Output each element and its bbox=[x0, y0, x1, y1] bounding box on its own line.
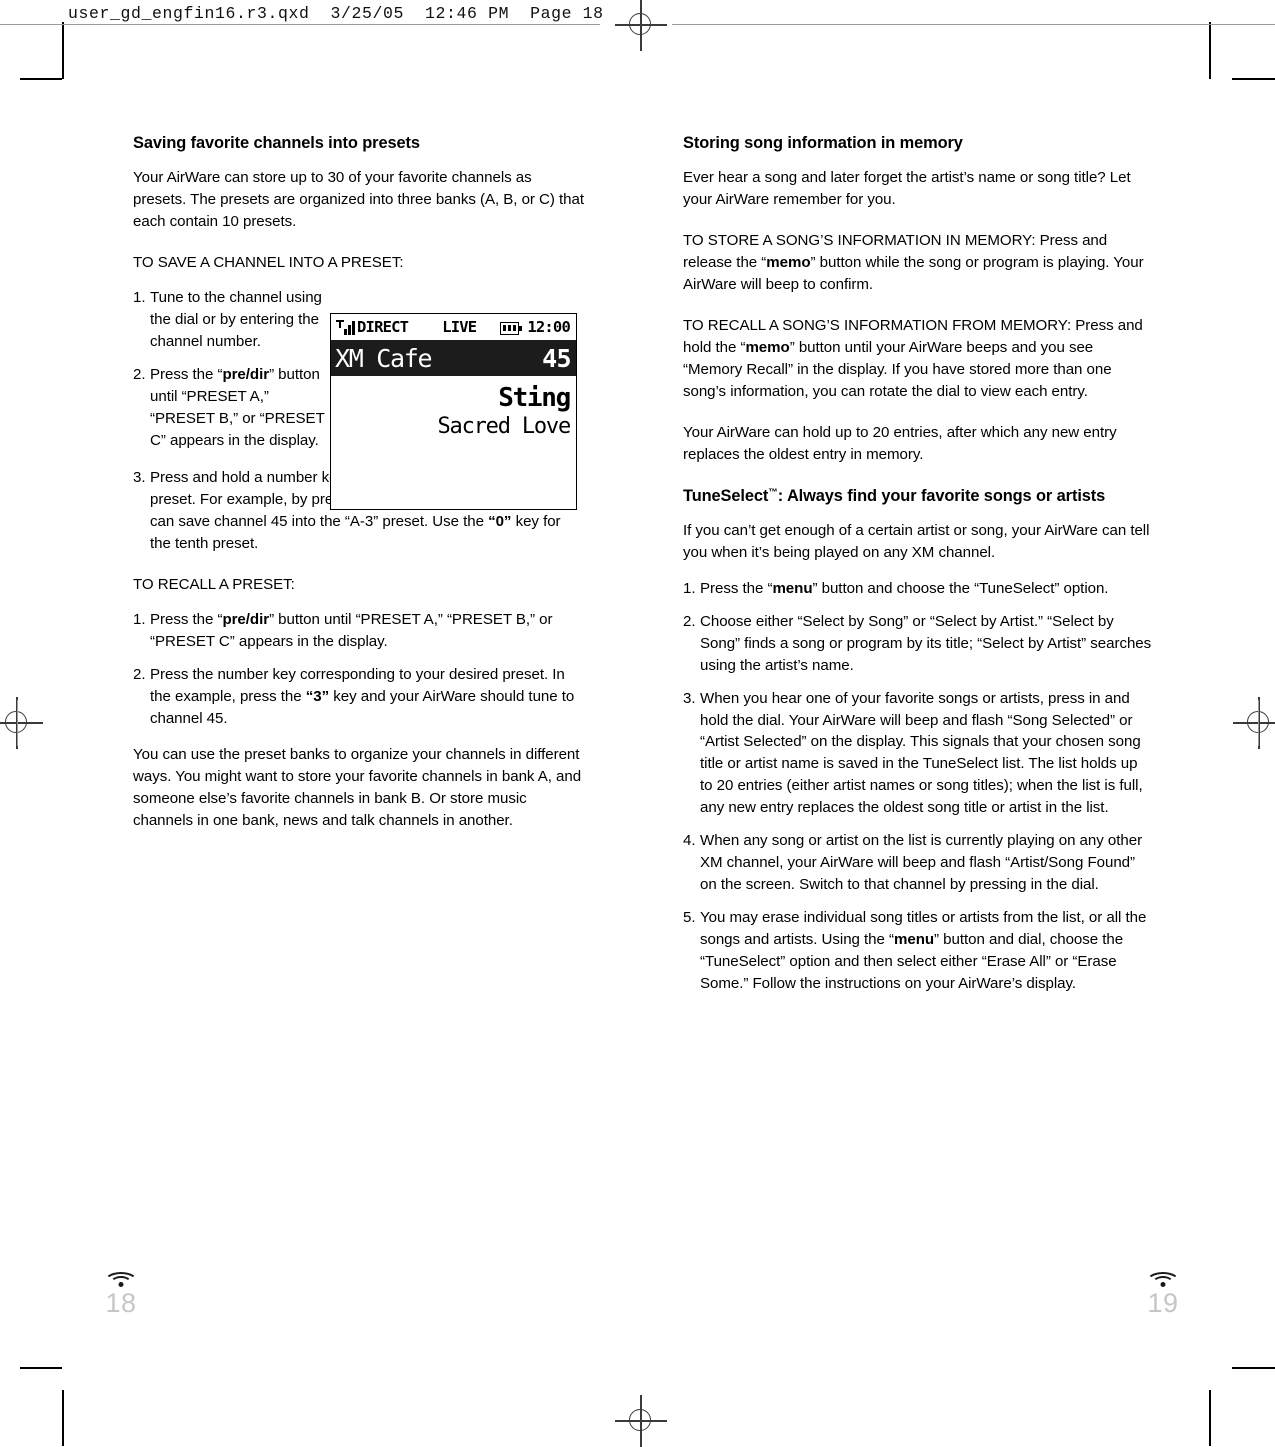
save-step-1-text: Tune to the channel using the dial or by… bbox=[150, 288, 322, 350]
tuneselect-heading: TuneSelect™: Always find your favorite s… bbox=[683, 486, 1153, 507]
tuneselect-intro: If you can’t get enough of a certain art… bbox=[683, 521, 1150, 561]
left-intro-paragraph: Your AirWare can store up to 30 of your … bbox=[133, 168, 584, 230]
recall-step-2-number: 2. bbox=[133, 666, 146, 684]
trademark-symbol: ™ bbox=[768, 487, 778, 499]
tuneselect-step-4: 4. When any song or artist on the list i… bbox=[683, 830, 1153, 896]
recall-step-1: 1. Press the “pre/dir” button until “PRE… bbox=[133, 609, 585, 653]
signal-strength-icon bbox=[336, 320, 355, 336]
lcd-channel-number: 45 bbox=[542, 343, 572, 373]
tuneselect-step-1-number: 1. bbox=[683, 579, 696, 597]
battery-icon bbox=[500, 321, 523, 335]
registration-mark-right-middle bbox=[1233, 697, 1275, 749]
lcd-song-title: Sacred Love bbox=[437, 413, 572, 439]
save-procedure-title: TO SAVE A CHANNEL INTO A PRESET: bbox=[133, 253, 404, 271]
registration-mark-left-middle bbox=[0, 697, 43, 749]
prepress-slug: user_gd_engfin16.r3.qxd 3/25/05 12:46 PM… bbox=[68, 4, 604, 23]
predir-button-reference-1: pre/dir bbox=[222, 365, 270, 383]
broadcast-wave-icon bbox=[1146, 1272, 1180, 1289]
right-page-number: 19 bbox=[1147, 1288, 1179, 1318]
tuneselect-step-1-text-after: ” button and choose the “TuneSelect” opt… bbox=[812, 579, 1109, 597]
tuneselect-step-4-text: When any song or artist on the list is c… bbox=[700, 832, 1143, 894]
left-page-number: 18 bbox=[105, 1288, 137, 1318]
recall-step-1-text-before: Press the “ bbox=[150, 611, 223, 629]
tuneselect-step-2-number: 2. bbox=[683, 612, 696, 630]
lcd-clock: 12:00 bbox=[527, 318, 570, 337]
tuneselect-step-3-number: 3. bbox=[683, 689, 696, 707]
tuneselect-step-3-text: When you hear one of your favorite songs… bbox=[700, 689, 1143, 817]
registration-mark-top-center bbox=[615, 0, 667, 51]
tuneselect-step-5: 5. You may erase individual song titles … bbox=[683, 907, 1153, 995]
lcd-display-figure: DIRECT LIVE 12:00 XM Cafe 45 Sting Sacre… bbox=[330, 313, 577, 510]
crop-mark-bottom-left-horizontal bbox=[20, 1367, 62, 1369]
crop-mark-bottom-right-horizontal bbox=[1232, 1367, 1275, 1369]
recall-step-1-number: 1. bbox=[133, 611, 146, 629]
trim-rule-right-edge bbox=[1258, 700, 1259, 746]
right-intro-paragraph: Ever hear a song and later forget the ar… bbox=[683, 168, 1131, 208]
tuneselect-step-2: 2. Choose either “Select by Song” or “Se… bbox=[683, 611, 1153, 677]
predir-button-reference-2: pre/dir bbox=[222, 611, 270, 629]
recall-step-2: 2. Press the number key corresponding to… bbox=[133, 664, 585, 730]
tuneselect-step-1-text-before: Press the “ bbox=[700, 579, 773, 597]
save-step-2: 2. Press the “pre/dir” button until “PRE… bbox=[133, 364, 325, 452]
menu-button-reference-2: menu bbox=[893, 931, 935, 949]
lcd-channel-name: XM Cafe bbox=[335, 343, 433, 373]
crop-mark-top-left-horizontal bbox=[20, 78, 62, 80]
save-step-2-text-before: Press the “ bbox=[150, 365, 223, 383]
left-closing-paragraph: You can use the preset banks to organize… bbox=[133, 746, 582, 830]
save-step-1-number: 1. bbox=[133, 288, 146, 306]
left-section-heading: Saving favorite channels into presets bbox=[133, 134, 420, 152]
tuneselect-step-2-text: Choose either “Select by Song” or “Selec… bbox=[700, 612, 1152, 674]
right-page-column: Storing song information in memory Ever … bbox=[683, 133, 1153, 1006]
crop-mark-top-left-vertical bbox=[62, 22, 64, 79]
tuneselect-step-5-number: 5. bbox=[683, 909, 696, 927]
save-step-3-number: 3. bbox=[133, 469, 146, 487]
tuneselect-step-4-number: 4. bbox=[683, 832, 696, 850]
trim-rule-top-left bbox=[0, 24, 600, 25]
key-3-reference-2: “3” bbox=[305, 688, 330, 706]
recall-song-block: TO RECALL A SONG’S INFORMATION FROM MEMO… bbox=[683, 315, 1153, 403]
crop-mark-bottom-left-vertical bbox=[62, 1390, 64, 1446]
crop-mark-top-right-vertical bbox=[1209, 22, 1211, 79]
recall-procedure-title: TO RECALL A PRESET: bbox=[133, 576, 295, 594]
lcd-mode-label: DIRECT bbox=[357, 318, 409, 337]
crop-mark-bottom-right-vertical bbox=[1209, 1390, 1211, 1446]
registration-mark-bottom-center bbox=[615, 1395, 667, 1447]
footer-left-page: 18 bbox=[86, 1272, 156, 1317]
tuneselect-step-3: 3. When you hear one of your favorite so… bbox=[683, 688, 1153, 820]
crop-mark-top-right-horizontal bbox=[1232, 78, 1275, 80]
memory-capacity-note: Your AirWare can hold up to 20 entries, … bbox=[683, 423, 1117, 463]
right-section-heading: Storing song information in memory bbox=[683, 134, 963, 152]
tuneselect-step-1: 1. Press the “menu” button and choose th… bbox=[683, 578, 1153, 600]
memo-button-reference-2: memo bbox=[745, 338, 790, 356]
broadcast-wave-icon bbox=[104, 1272, 138, 1289]
save-step-1: 1. Tune to the channel using the dial or… bbox=[133, 287, 325, 353]
store-song-block: TO STORE A SONG’S INFORMATION IN MEMORY:… bbox=[683, 230, 1153, 296]
memo-button-reference-1: memo bbox=[766, 253, 811, 271]
lcd-artist-name: Sting bbox=[498, 383, 571, 413]
tuneselect-heading-rest: : Always find your favorite songs or art… bbox=[777, 487, 1106, 506]
lcd-live-label: LIVE bbox=[442, 318, 477, 337]
footer-right-page: 19 bbox=[1128, 1272, 1198, 1317]
trim-rule-top-right bbox=[672, 24, 1275, 25]
trim-rule-left-edge bbox=[17, 700, 18, 746]
menu-button-reference-1: menu bbox=[772, 579, 813, 597]
tuneselect-name: TuneSelect bbox=[683, 487, 769, 506]
lcd-channel-bar: XM Cafe 45 bbox=[331, 340, 576, 376]
lcd-status-bar: DIRECT LIVE 12:00 bbox=[331, 314, 576, 340]
save-step-2-number: 2. bbox=[133, 365, 146, 383]
key-0-reference: “0” bbox=[488, 513, 512, 531]
